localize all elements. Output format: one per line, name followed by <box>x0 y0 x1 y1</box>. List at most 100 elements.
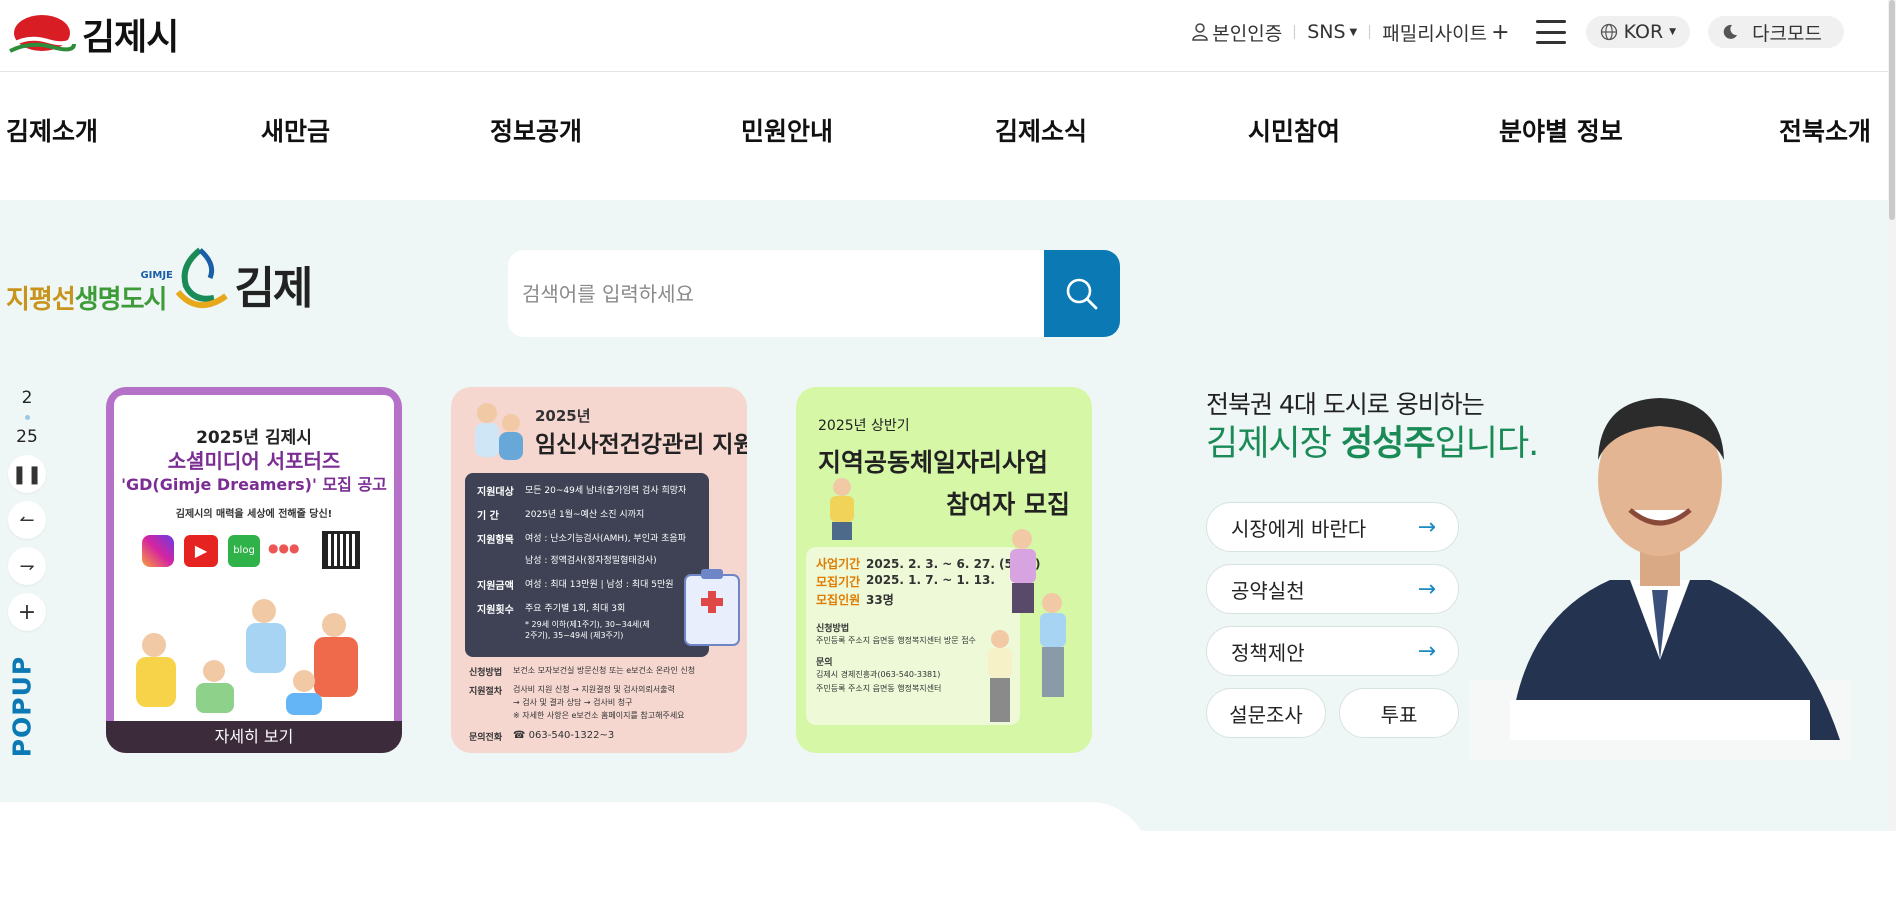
hamburger-menu-icon[interactable] <box>1535 20 1566 44</box>
arrow-right-icon: → <box>1417 638 1436 664</box>
more-details-button[interactable]: 자세히 보기 <box>106 721 402 753</box>
family-site-link[interactable]: 패밀리사이트 + <box>1370 19 1521 46</box>
top-header: 김제시 본인인증 SNS ▼ 패밀리사이트 + KOR ▼ 다크모드 <box>0 0 1896 72</box>
nav-item-info[interactable]: 정보공개 <box>490 112 582 148</box>
card3-apply-key: 신청방법 <box>816 624 850 634</box>
popup-label-text: POPUP <box>7 655 37 758</box>
plus-icon: + <box>17 599 37 625</box>
vote-button[interactable]: 투표 <box>1339 688 1459 738</box>
main-navigation: 김제소개 새만금 정보공개 민원안내 김제소식 시민참여 분야별 정보 전북소개 <box>0 72 1896 200</box>
logo-emblem-icon <box>9 15 76 53</box>
card3-apply-val: 주민등록 주소지 읍면동 행정복지센터 방문 접수 <box>816 636 976 645</box>
popup-card-community-jobs[interactable]: 2025년 상반기 지역공동체일자리사업 참여자 모집 사업기간 2025. 2… <box>796 387 1092 753</box>
popup-current: 2 <box>21 388 33 408</box>
card2-note: * 29세 이하(제1주기), 30~34세(제 2주기), 35~49세 (제… <box>525 620 650 640</box>
blog-icon: blog <box>228 535 260 567</box>
logo-text: 김제시 <box>82 17 179 58</box>
popup-card-gd-supporters[interactable]: 2025년 김제시 소셜미디어 서포터즈 'GD(Gimje Dreamers)… <box>106 387 402 753</box>
people-illustration <box>136 599 358 715</box>
page-scrollbar[interactable] <box>1888 0 1896 831</box>
search-button[interactable] <box>1044 250 1120 337</box>
nav-item-participation[interactable]: 시민참여 <box>1248 112 1340 148</box>
slogan-part1: 지평선 <box>6 285 76 315</box>
nav-item-jeonbuk[interactable]: 전북소개 <box>1779 112 1871 148</box>
couple-illustration <box>475 403 523 460</box>
qr-code-icon <box>322 531 360 569</box>
nav-item-field-info[interactable]: 분야별 정보 <box>1499 112 1623 148</box>
slogan-emblem: GIMJE <box>140 246 230 316</box>
survey-label: 설문조사 <box>1229 702 1303 727</box>
leaf-emblem-icon <box>176 247 229 308</box>
person-icon <box>1192 23 1209 41</box>
card2-proc-key: 지원절차 <box>469 687 503 697</box>
card2-row4-val: 남성 : 정액검사(정자정밀형태검사) <box>525 556 657 566</box>
family-site-label: 패밀리사이트 <box>1382 22 1488 45</box>
nav-item-news[interactable]: 김제소식 <box>995 112 1087 148</box>
pledge-label: 공약실천 <box>1231 578 1305 603</box>
next-arrow-icon: ⇁ <box>19 555 35 577</box>
site-logo[interactable]: 김제시 <box>8 8 179 60</box>
card3-row2-val: 2025. 1. 7. ~ 1. 13. <box>866 573 995 587</box>
policy-proposal-label: 정책제안 <box>1231 640 1305 665</box>
card3-year: 2025년 상반기 <box>818 418 910 434</box>
card1-body: 2025년 김제시 소셜미디어 서포터즈 'GD(Gimje Dreamers)… <box>114 395 394 721</box>
mayor-name: 정성주 <box>1340 424 1436 464</box>
card2-row2-key: 기 간 <box>477 511 499 522</box>
dark-mode-label: 다크모드 <box>1752 22 1822 45</box>
card1-title2: 소셜미디어 서포터즈 <box>167 449 341 473</box>
mayor-wish-label: 시장에게 바란다 <box>1231 516 1367 541</box>
nav-item-saemangeum[interactable]: 새만금 <box>261 112 330 148</box>
card2-row2-val: 2025년 1월~예산 소진 시까지 <box>525 510 645 520</box>
card2-row3-key: 지원항목 <box>477 535 514 546</box>
nav-item-civil[interactable]: 민원안내 <box>741 112 833 148</box>
worker-illustration <box>830 478 854 540</box>
verify-link[interactable]: 본인인증 <box>1180 19 1294 46</box>
clipboard-icon <box>684 569 740 646</box>
pledge-button[interactable]: 공약실천 → <box>1206 564 1459 614</box>
plus-icon: + <box>1491 19 1510 45</box>
card2-row1-key: 지원대상 <box>477 487 514 498</box>
caret-down-icon: ▼ <box>1669 27 1677 37</box>
card3-ask-val2: 주민등록 주소지 읍면동 행정복지센터 <box>816 684 942 693</box>
globe-icon <box>1600 23 1617 41</box>
sns-dropdown[interactable]: SNS ▼ <box>1295 21 1369 43</box>
popup-card-pregnancy-health[interactable]: 2025년 임신사전건강관리 지원 지원대상 모든 20~49세 남녀(출가임력… <box>451 387 747 753</box>
nav-item-intro[interactable]: 김제소개 <box>6 112 98 148</box>
next-section-panel <box>0 802 1150 902</box>
more-popups-button[interactable]: + <box>8 593 46 631</box>
vote-label: 투표 <box>1380 702 1418 727</box>
arrow-right-icon: → <box>1417 514 1436 540</box>
card2-tel-val: ☎ 063-540-1322~3 <box>513 730 615 741</box>
survey-button[interactable]: 설문조사 <box>1206 688 1326 738</box>
card1-sub: 김제시의 매력을 세상에 전해줄 당신! <box>175 509 333 520</box>
search-box <box>508 250 1120 337</box>
card2-year: 2025년 <box>535 407 591 425</box>
card3-row1-key: 사업기간 <box>816 557 861 571</box>
card2-proc-val1: 검사비 지원 신청 → 지원결정 및 검사의뢰서출력 <box>513 685 675 694</box>
slogan-en: GIMJE <box>140 270 173 281</box>
card2-tel-key: 문의전화 <box>469 733 503 743</box>
next-button[interactable]: ⇁ <box>8 547 46 585</box>
slogan-part2: 생명도시 <box>74 285 168 315</box>
dark-mode-toggle[interactable]: 다크모드 <box>1708 16 1844 48</box>
pause-icon: ❚❚ <box>11 463 43 485</box>
card2-row1-val: 모든 20~49세 남녀(출가임력 검사 희망자 <box>525 486 687 496</box>
prev-button[interactable]: ↼ <box>8 501 46 539</box>
sns-label: SNS <box>1307 21 1346 43</box>
scrollbar-thumb[interactable] <box>1889 0 1895 220</box>
card2-proc-val2: → 검사 및 결과 상담 → 검사비 청구 <box>513 698 633 707</box>
card2-apply-key: 신청방법 <box>469 668 503 678</box>
utility-menu: 본인인증 SNS ▼ 패밀리사이트 + KOR ▼ 다크모드 <box>1180 14 1844 50</box>
language-select[interactable]: KOR ▼ <box>1585 16 1691 48</box>
card2-row6-val: 주요 주기별 1회, 최대 3회 <box>525 604 626 614</box>
search-input[interactable] <box>508 250 1042 337</box>
prev-arrow-icon: ↼ <box>19 509 35 531</box>
more-dots-icon: ●●● <box>268 541 300 555</box>
mayor-wish-button[interactable]: 시장에게 바란다 → <box>1206 502 1459 552</box>
pause-button[interactable]: ❚❚ <box>8 455 46 493</box>
search-icon <box>1066 278 1098 309</box>
mayor-greeting-a: 김제시장 <box>1206 424 1341 464</box>
card2-row5-val: 여성 : 최대 13만원 | 남성 : 최대 5만원 <box>525 580 674 590</box>
card2-proc-val3: ※ 자세한 사항은 e보건소 홈페이지를 참고해주세요 <box>513 711 685 720</box>
policy-proposal-button[interactable]: 정책제안 → <box>1206 626 1459 676</box>
